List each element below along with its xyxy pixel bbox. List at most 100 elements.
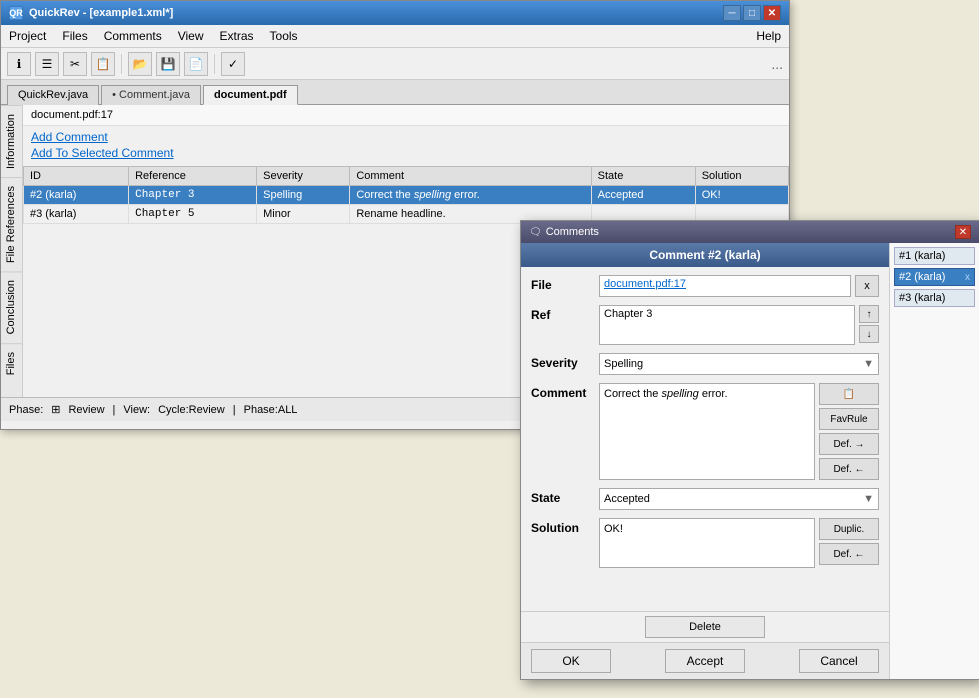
tab-document[interactable]: document.pdf xyxy=(203,85,298,105)
ref-row: Ref Chapter 3 ↑ ↓ xyxy=(531,305,879,345)
tag-1-label: #1 (karla) xyxy=(899,250,945,262)
col-header-comment: Comment xyxy=(350,167,591,186)
toolbar-save-btn[interactable]: 💾 xyxy=(156,52,180,76)
side-tab-files[interactable]: Files xyxy=(1,343,22,383)
menu-project[interactable]: Project xyxy=(5,27,50,45)
dialog-footer: OK Accept Cancel xyxy=(521,642,889,679)
toolbar-open-btn[interactable]: 📂 xyxy=(128,52,152,76)
tag-3[interactable]: #3 (karla) xyxy=(894,289,975,307)
dialog-close-button[interactable]: ✕ xyxy=(955,225,971,239)
severity-arrow-icon: ▼ xyxy=(863,358,874,370)
phase-all: Phase:ALL xyxy=(244,404,298,416)
comment-control: Correct the spelling error. 📋 FavRule De… xyxy=(599,383,879,480)
dialog-body: Comment #2 (karla) File document.pdf:17 … xyxy=(521,243,979,679)
tag-1[interactable]: #1 (karla) xyxy=(894,247,975,265)
dialog-header-bar: Comment #2 (karla) xyxy=(521,243,889,267)
col-header-state: State xyxy=(591,167,695,186)
cell-severity: Minor xyxy=(257,205,350,224)
close-button[interactable]: ✕ xyxy=(763,5,781,21)
menu-comments[interactable]: Comments xyxy=(100,27,166,45)
ref-down-btn[interactable]: ↓ xyxy=(859,325,879,343)
phase-icon: ⊞ xyxy=(51,403,60,416)
solution-textarea[interactable]: OK! xyxy=(599,518,815,568)
ref-up-btn[interactable]: ↑ xyxy=(859,305,879,323)
col-header-reference: Reference xyxy=(129,167,257,186)
toolbar-sep1 xyxy=(121,54,122,74)
dialog-icon: 🗨 xyxy=(529,227,542,238)
file-row: File document.pdf:17 x xyxy=(531,275,879,297)
menu-view[interactable]: View xyxy=(174,27,208,45)
accept-button[interactable]: Accept xyxy=(665,649,745,673)
comments-dialog: 🗨 Comments ✕ Comment #2 (karla) File doc… xyxy=(520,220,979,680)
comment-def-right-btn[interactable]: Def. → xyxy=(819,433,879,455)
dialog-form: File document.pdf:17 x Ref Chapter 3 ↑ ↓ xyxy=(521,267,889,611)
tab-comment[interactable]: • Comment.java xyxy=(101,85,201,105)
toolbar-more-btn[interactable]: ... xyxy=(771,56,783,72)
severity-select[interactable]: Spelling ▼ xyxy=(599,353,879,375)
side-tab-file-references[interactable]: File References xyxy=(1,177,22,271)
tag-2-close-icon[interactable]: x xyxy=(965,272,970,283)
toolbar-clipboard-btn[interactable]: 📋 xyxy=(91,52,115,76)
cell-id: #2 (karla) xyxy=(24,186,129,205)
phase-label: Phase: xyxy=(9,404,43,416)
toolbar-doc-btn[interactable]: 📄 xyxy=(184,52,208,76)
comment-textarea[interactable]: Correct the spelling error. xyxy=(599,383,815,480)
dialog-title: Comments xyxy=(546,226,599,238)
ref-control: Chapter 3 ↑ ↓ xyxy=(599,305,879,345)
add-to-selected-link[interactable]: Add To Selected Comment xyxy=(31,146,781,160)
tab-quickrev[interactable]: QuickRev.java xyxy=(7,85,99,105)
file-label: File xyxy=(531,275,591,292)
toolbar: ℹ ☰ ✂ 📋 📂 💾 📄 ✓ ... xyxy=(1,48,789,80)
cell-solution: OK! xyxy=(695,186,788,205)
toolbar-list-btn[interactable]: ☰ xyxy=(35,52,59,76)
comment-def-left-btn[interactable]: Def. ← xyxy=(819,458,879,480)
toolbar-sep2 xyxy=(214,54,215,74)
add-comment-link[interactable]: Add Comment xyxy=(31,130,781,144)
table-row[interactable]: #2 (karla) Chapter 3 Spelling Correct th… xyxy=(24,186,789,205)
main-title-bar: QR QuickRev - [example1.xml*] ─ □ ✕ xyxy=(1,1,789,25)
tag-2[interactable]: #2 (karla) x xyxy=(894,268,975,286)
col-header-solution: Solution xyxy=(695,167,788,186)
col-header-severity: Severity xyxy=(257,167,350,186)
cell-comment: Correct the spelling error. xyxy=(350,186,591,205)
menu-tools[interactable]: Tools xyxy=(266,27,302,45)
comment-favrule-btn[interactable]: FavRule xyxy=(819,408,879,430)
file-control: document.pdf:17 x xyxy=(599,275,879,297)
cell-severity: Spelling xyxy=(257,186,350,205)
side-tab-information[interactable]: Information xyxy=(1,105,22,177)
toolbar-check-btn[interactable]: ✓ xyxy=(221,52,245,76)
dialog-title-left: 🗨 Comments xyxy=(529,226,599,238)
solution-duplic-btn[interactable]: Duplic. xyxy=(819,518,879,540)
app-icon: QR xyxy=(9,6,23,20)
cancel-button[interactable]: Cancel xyxy=(799,649,879,673)
side-tab-conclusion[interactable]: Conclusion xyxy=(1,271,22,342)
state-row: State Accepted ▼ xyxy=(531,488,879,510)
solution-def-left-btn[interactable]: Def. ← xyxy=(819,543,879,565)
cell-reference: Chapter 3 xyxy=(129,186,257,205)
ref-input[interactable]: Chapter 3 xyxy=(599,305,855,345)
menu-extras[interactable]: Extras xyxy=(216,27,258,45)
tab-bar: QuickRev.java • Comment.java document.pd… xyxy=(1,80,789,105)
dialog-delete-bar: Delete xyxy=(521,611,889,642)
file-close-btn[interactable]: x xyxy=(855,275,879,297)
delete-button[interactable]: Delete xyxy=(645,616,765,638)
side-tabs: Information File References Conclusion F… xyxy=(1,105,23,397)
solution-control: OK! Duplic. Def. ← xyxy=(599,518,879,568)
ref-buttons: ↑ ↓ xyxy=(859,305,879,345)
comments-data-table: ID Reference Severity Comment State Solu… xyxy=(23,166,789,224)
toolbar-info-btn[interactable]: ℹ xyxy=(7,52,31,76)
comment-copy-btn[interactable]: 📋 xyxy=(819,383,879,405)
solution-row: Solution OK! Duplic. Def. ← xyxy=(531,518,879,568)
state-arrow-icon: ▼ xyxy=(863,493,874,505)
phase-value: Review xyxy=(68,404,104,416)
toolbar-cut-btn[interactable]: ✂ xyxy=(63,52,87,76)
comment-row: Comment Correct the spelling error. 📋 Fa… xyxy=(531,383,879,480)
comment-label: Comment xyxy=(531,383,591,400)
state-select[interactable]: Accepted ▼ xyxy=(599,488,879,510)
file-link[interactable]: document.pdf:17 xyxy=(599,275,851,297)
minimize-button[interactable]: ─ xyxy=(723,5,741,21)
menu-help[interactable]: Help xyxy=(752,27,785,45)
menu-files[interactable]: Files xyxy=(58,27,91,45)
ok-button[interactable]: OK xyxy=(531,649,611,673)
maximize-button[interactable]: □ xyxy=(743,5,761,21)
